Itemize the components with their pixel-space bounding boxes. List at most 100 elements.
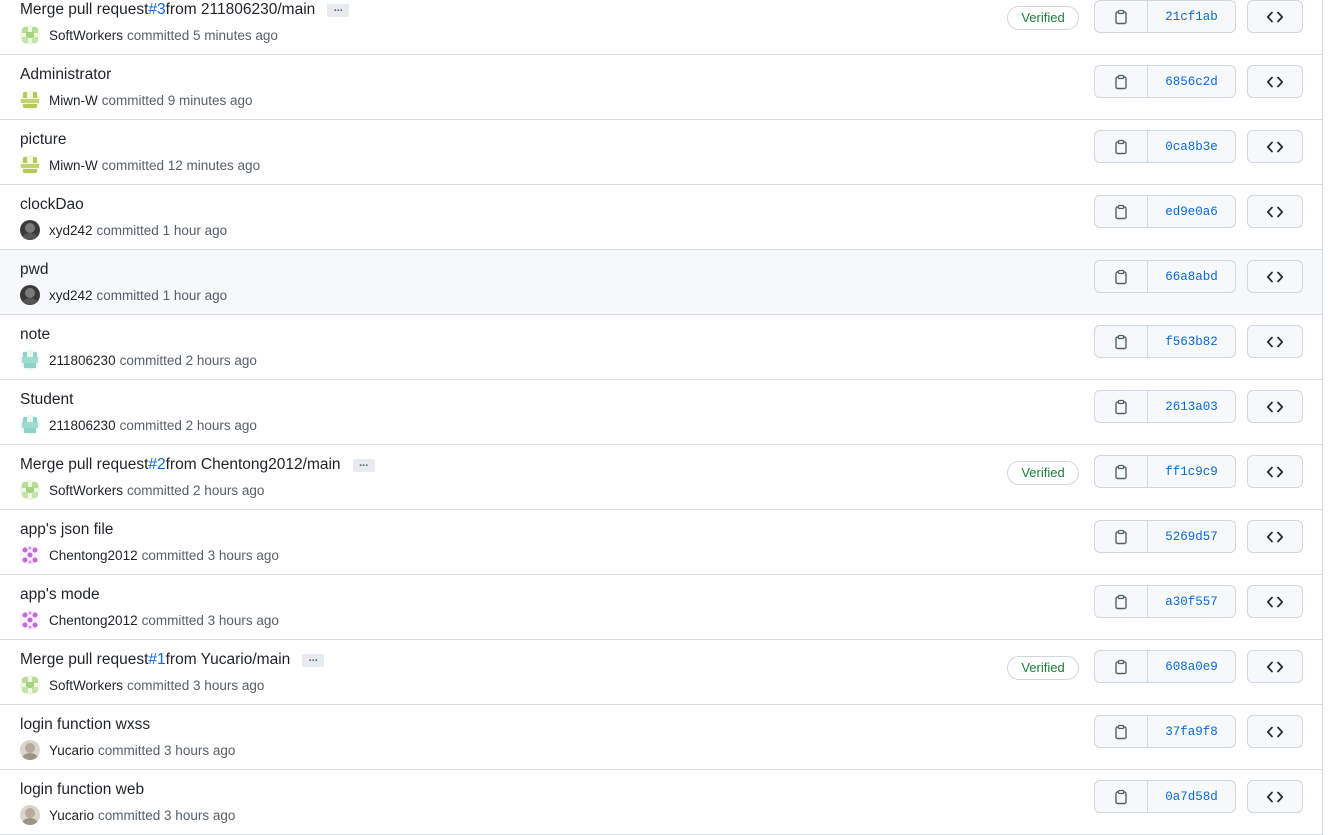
copy-sha-button[interactable]	[1095, 781, 1148, 812]
commit-title[interactable]: app's json file	[20, 521, 113, 539]
commit-title[interactable]: picture	[20, 131, 67, 149]
avatar[interactable]	[20, 805, 40, 825]
commit-sha-link[interactable]: 2613a03	[1148, 391, 1235, 422]
avatar[interactable]	[20, 25, 40, 45]
commit-message[interactable]: picture	[20, 131, 67, 149]
avatar[interactable]	[20, 675, 40, 695]
author-link[interactable]: xyd242	[49, 223, 93, 238]
avatar[interactable]	[20, 740, 40, 760]
browse-repository-button[interactable]	[1247, 715, 1303, 748]
browse-repository-button[interactable]	[1247, 455, 1303, 488]
commit-title[interactable]: login function wxss	[20, 716, 150, 734]
browse-repository-button[interactable]	[1247, 780, 1303, 813]
author-link[interactable]: SoftWorkers	[49, 678, 123, 693]
author-link[interactable]: 211806230	[49, 418, 116, 433]
author-link[interactable]: SoftWorkers	[49, 483, 123, 498]
commit-message-suffix[interactable]: from Yucario/main	[166, 651, 291, 669]
avatar[interactable]	[20, 90, 40, 110]
commit-message[interactable]: login function wxss	[20, 716, 150, 734]
expand-message-button[interactable]: ...	[302, 652, 325, 667]
pull-request-link[interactable]: #3	[148, 1, 165, 19]
expand-message-button[interactable]: ...	[327, 2, 350, 17]
author-link[interactable]: xyd242	[49, 288, 93, 303]
avatar[interactable]	[20, 155, 40, 175]
commit-sha-link[interactable]: a30f557	[1148, 586, 1235, 617]
commit-message[interactable]: pwd	[20, 261, 48, 279]
copy-sha-button[interactable]	[1095, 651, 1148, 682]
author-link[interactable]: Miwn-W	[49, 93, 98, 108]
commit-message-suffix[interactable]: from Chentong2012/main	[166, 456, 341, 474]
browse-repository-button[interactable]	[1247, 65, 1303, 98]
verified-badge[interactable]: Verified	[1007, 461, 1079, 485]
copy-sha-button[interactable]	[1095, 261, 1148, 292]
author-link[interactable]: Miwn-W	[49, 158, 98, 173]
commit-message[interactable]: app's mode	[20, 586, 100, 604]
commit-sha-link[interactable]: 0a7d58d	[1148, 781, 1235, 812]
author-link[interactable]: 211806230	[49, 353, 116, 368]
browse-repository-button[interactable]	[1247, 260, 1303, 293]
browse-repository-button[interactable]	[1247, 585, 1303, 618]
commit-message[interactable]: Merge pull request	[20, 456, 148, 474]
commit-title[interactable]: Merge pull request #1 from Yucario/main.…	[20, 651, 325, 669]
commit-title[interactable]: note	[20, 326, 50, 344]
copy-sha-button[interactable]	[1095, 326, 1148, 357]
copy-sha-button[interactable]	[1095, 456, 1148, 487]
commit-sha-link[interactable]: 0ca8b3e	[1148, 131, 1235, 162]
avatar[interactable]	[20, 610, 40, 630]
avatar[interactable]	[20, 480, 40, 500]
expand-message-button[interactable]: ...	[352, 457, 375, 472]
copy-sha-button[interactable]	[1095, 521, 1148, 552]
commit-title[interactable]: clockDao	[20, 196, 84, 214]
commit-title[interactable]: Merge pull request #2 from Chentong2012/…	[20, 456, 375, 474]
author-link[interactable]: SoftWorkers	[49, 28, 123, 43]
commit-sha-link[interactable]: ff1c9c9	[1148, 456, 1235, 487]
author-link[interactable]: Yucario	[49, 808, 94, 823]
copy-sha-button[interactable]	[1095, 66, 1148, 97]
copy-sha-button[interactable]	[1095, 1, 1148, 32]
browse-repository-button[interactable]	[1247, 325, 1303, 358]
commit-title[interactable]: Student	[20, 391, 73, 409]
browse-repository-button[interactable]	[1247, 130, 1303, 163]
commit-message[interactable]: Merge pull request	[20, 651, 148, 669]
commit-sha-link[interactable]: 6856c2d	[1148, 66, 1235, 97]
pull-request-link[interactable]: #1	[148, 651, 165, 669]
commit-sha-link[interactable]: 608a0e9	[1148, 651, 1235, 682]
commit-title[interactable]: login function web	[20, 781, 144, 799]
commit-title[interactable]: pwd	[20, 261, 48, 279]
commit-message[interactable]: clockDao	[20, 196, 84, 214]
commit-sha-link[interactable]: 5269d57	[1148, 521, 1235, 552]
author-link[interactable]: Chentong2012	[49, 613, 138, 628]
copy-sha-button[interactable]	[1095, 196, 1148, 227]
browse-repository-button[interactable]	[1247, 0, 1303, 33]
verified-badge[interactable]: Verified	[1007, 6, 1079, 30]
avatar[interactable]	[20, 350, 40, 370]
commit-sha-link[interactable]: f563b82	[1148, 326, 1235, 357]
copy-sha-button[interactable]	[1095, 131, 1148, 162]
pull-request-link[interactable]: #2	[148, 456, 165, 474]
commit-message[interactable]: login function web	[20, 781, 144, 799]
commit-message-suffix[interactable]: from 211806230/main	[166, 1, 316, 19]
copy-sha-button[interactable]	[1095, 716, 1148, 747]
avatar[interactable]	[20, 415, 40, 435]
commit-message[interactable]: Student	[20, 391, 73, 409]
verified-badge[interactable]: Verified	[1007, 656, 1079, 680]
commit-sha-link[interactable]: 37fa9f8	[1148, 716, 1235, 747]
commit-message[interactable]: Administrator	[20, 66, 111, 84]
copy-sha-button[interactable]	[1095, 391, 1148, 422]
commit-message[interactable]: Merge pull request	[20, 1, 148, 19]
commit-sha-link[interactable]: 66a8abd	[1148, 261, 1235, 292]
commit-title[interactable]: Merge pull request #3 from 211806230/mai…	[20, 1, 350, 19]
browse-repository-button[interactable]	[1247, 195, 1303, 228]
commit-title[interactable]: Administrator	[20, 66, 111, 84]
avatar[interactable]	[20, 220, 40, 240]
author-link[interactable]: Yucario	[49, 743, 94, 758]
avatar[interactable]	[20, 545, 40, 565]
commit-message[interactable]: app's json file	[20, 521, 113, 539]
commit-sha-link[interactable]: ed9e0a6	[1148, 196, 1235, 227]
author-link[interactable]: Chentong2012	[49, 548, 138, 563]
commit-sha-link[interactable]: 21cf1ab	[1148, 1, 1235, 32]
browse-repository-button[interactable]	[1247, 520, 1303, 553]
avatar[interactable]	[20, 285, 40, 305]
commit-title[interactable]: app's mode	[20, 586, 100, 604]
browse-repository-button[interactable]	[1247, 390, 1303, 423]
